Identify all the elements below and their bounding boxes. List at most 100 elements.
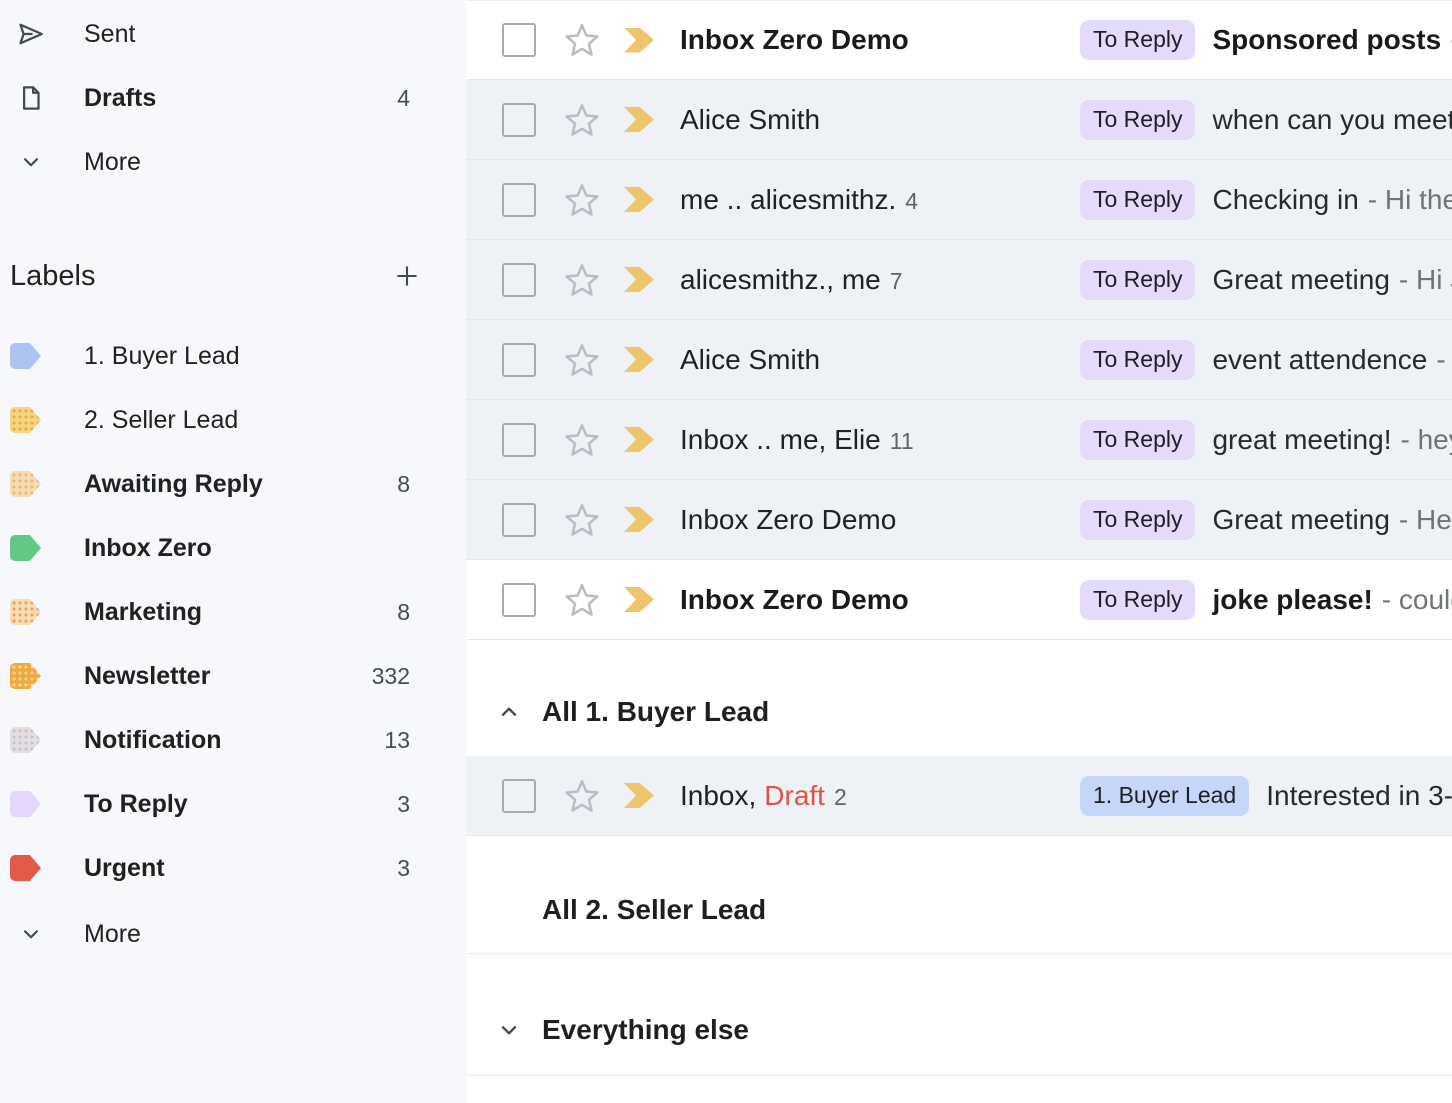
snippet: - hey [1400, 424, 1452, 456]
draft-indicator: Draft [764, 780, 825, 812]
star-icon[interactable] [562, 420, 602, 460]
star-icon[interactable] [562, 340, 602, 380]
importance-marker-icon[interactable] [624, 427, 654, 452]
labels-header: Labels [0, 250, 466, 302]
labels-list: 1. Buyer Lead 2. Seller Lead Awaiting Re… [0, 324, 466, 900]
email-row[interactable]: alicesmithz., me7 To Reply Great meeting… [466, 240, 1452, 320]
label-badge[interactable]: To Reply [1080, 260, 1195, 300]
label-badge[interactable]: To Reply [1080, 20, 1195, 60]
sidebar-label-seller-lead[interactable]: 2. Seller Lead [0, 388, 466, 452]
email-list: Inbox Zero Demo To Reply Sponsored posts… [466, 0, 1452, 1103]
sidebar-item-more[interactable]: More [0, 130, 466, 194]
email-row[interactable]: Inbox .. me, Elie11 To Reply great meeti… [466, 400, 1452, 480]
email-row[interactable]: Inbox Zero Demo To Reply Great meeting- … [466, 480, 1452, 560]
importance-marker-icon[interactable] [624, 187, 654, 212]
star-icon[interactable] [562, 500, 602, 540]
section-header-everything-else[interactable]: Everything else [466, 954, 1452, 1076]
checkbox[interactable] [502, 779, 536, 813]
label-tag-icon [10, 471, 41, 497]
section-title: Everything else [542, 1014, 749, 1046]
label-badge[interactable]: To Reply [1080, 420, 1195, 460]
sender: me .. alicesmithz. [680, 184, 896, 216]
checkbox[interactable] [502, 583, 536, 617]
star-icon[interactable] [562, 580, 602, 620]
label-tag-icon [10, 663, 41, 689]
checkbox[interactable] [502, 23, 536, 57]
sidebar: Sent Drafts 4 More Labels 1. Buyer Lead … [0, 0, 466, 1103]
importance-marker-icon[interactable] [624, 267, 654, 292]
label-badge[interactable]: To Reply [1080, 180, 1195, 220]
checkbox[interactable] [502, 503, 536, 537]
email-row[interactable]: Alice Smith To Reply when can you meet [466, 80, 1452, 160]
sidebar-labels-more[interactable]: More [0, 902, 466, 966]
checkbox[interactable] [502, 343, 536, 377]
sidebar-item-sent[interactable]: Sent [0, 2, 466, 66]
chevron-down-icon [14, 145, 48, 179]
sidebar-label-urgent[interactable]: Urgent 3 [0, 836, 466, 900]
label-count: 332 [372, 663, 410, 690]
chevron-up-icon [496, 699, 522, 725]
label-count: 8 [397, 599, 410, 626]
label-count: 3 [397, 791, 410, 818]
label-badge[interactable]: To Reply [1080, 340, 1195, 380]
importance-marker-icon[interactable] [624, 107, 654, 132]
label-name: Urgent [84, 854, 165, 883]
label-badge[interactable]: 1. Buyer Lead [1080, 776, 1249, 816]
email-row[interactable]: Inbox Zero Demo To Reply Sponsored posts… [466, 0, 1452, 80]
sidebar-label-notification[interactable]: Notification 13 [0, 708, 466, 772]
label-name: Notification [84, 726, 222, 755]
label-name: 1. Buyer Lead [84, 342, 240, 371]
subject: Interested in 3-b [1266, 780, 1452, 812]
label-tag-icon [10, 855, 41, 881]
label-name: 2. Seller Lead [84, 406, 238, 435]
email-row[interactable]: Inbox, Draft 2 1. Buyer Lead Interested … [466, 756, 1452, 836]
sidebar-label-newsletter[interactable]: Newsletter 332 [0, 644, 466, 708]
importance-marker-icon[interactable] [624, 347, 654, 372]
checkbox[interactable] [502, 263, 536, 297]
sidebar-item-label: Drafts [84, 84, 156, 113]
sidebar-item-label: Sent [84, 20, 135, 49]
sidebar-item-drafts[interactable]: Drafts 4 [0, 66, 466, 130]
email-row[interactable]: me .. alicesmithz.4 To Reply Checking in… [466, 160, 1452, 240]
importance-marker-icon[interactable] [624, 28, 654, 53]
sidebar-label-inbox-zero[interactable]: Inbox Zero [0, 516, 466, 580]
importance-marker-icon[interactable] [624, 783, 654, 808]
thread-count: 11 [890, 428, 914, 455]
label-tag-icon [10, 535, 41, 561]
section-header-buyer-lead[interactable]: All 1. Buyer Lead [466, 640, 1452, 756]
label-badge[interactable]: To Reply [1080, 580, 1195, 620]
label-badge[interactable]: To Reply [1080, 100, 1195, 140]
label-name: Awaiting Reply [84, 470, 263, 499]
label-tag-icon [10, 343, 41, 369]
draft-icon [14, 81, 48, 115]
star-icon[interactable] [562, 260, 602, 300]
star-icon[interactable] [562, 180, 602, 220]
importance-marker-icon[interactable] [624, 507, 654, 532]
star-icon[interactable] [562, 776, 602, 816]
sidebar-label-to-reply[interactable]: To Reply 3 [0, 772, 466, 836]
subject: Great meeting [1212, 264, 1389, 296]
label-count: 3 [397, 855, 410, 882]
snippet: - Hey [1399, 504, 1452, 536]
checkbox[interactable] [502, 423, 536, 457]
sender: Inbox .. me, Elie [680, 424, 881, 456]
sidebar-item-label: More [84, 920, 141, 949]
email-row[interactable]: Alice Smith To Reply event attendence- H [466, 320, 1452, 400]
drafts-count: 4 [397, 85, 410, 112]
sidebar-label-buyer-lead[interactable]: 1. Buyer Lead [0, 324, 466, 388]
checkbox[interactable] [502, 103, 536, 137]
sidebar-label-marketing[interactable]: Marketing 8 [0, 580, 466, 644]
snippet: - H [1436, 344, 1452, 376]
plus-icon[interactable] [390, 259, 424, 293]
label-tag-icon [10, 791, 41, 817]
checkbox[interactable] [502, 183, 536, 217]
section-header-seller-lead[interactable]: All 2. Seller Lead [466, 836, 1452, 954]
sidebar-label-awaiting-reply[interactable]: Awaiting Reply 8 [0, 452, 466, 516]
star-icon[interactable] [562, 100, 602, 140]
label-tag-icon [10, 599, 41, 625]
thread-count: 4 [905, 188, 918, 215]
importance-marker-icon[interactable] [624, 587, 654, 612]
email-row[interactable]: Inbox Zero Demo To Reply joke please!- c… [466, 560, 1452, 640]
label-badge[interactable]: To Reply [1080, 500, 1195, 540]
star-icon[interactable] [562, 20, 602, 60]
